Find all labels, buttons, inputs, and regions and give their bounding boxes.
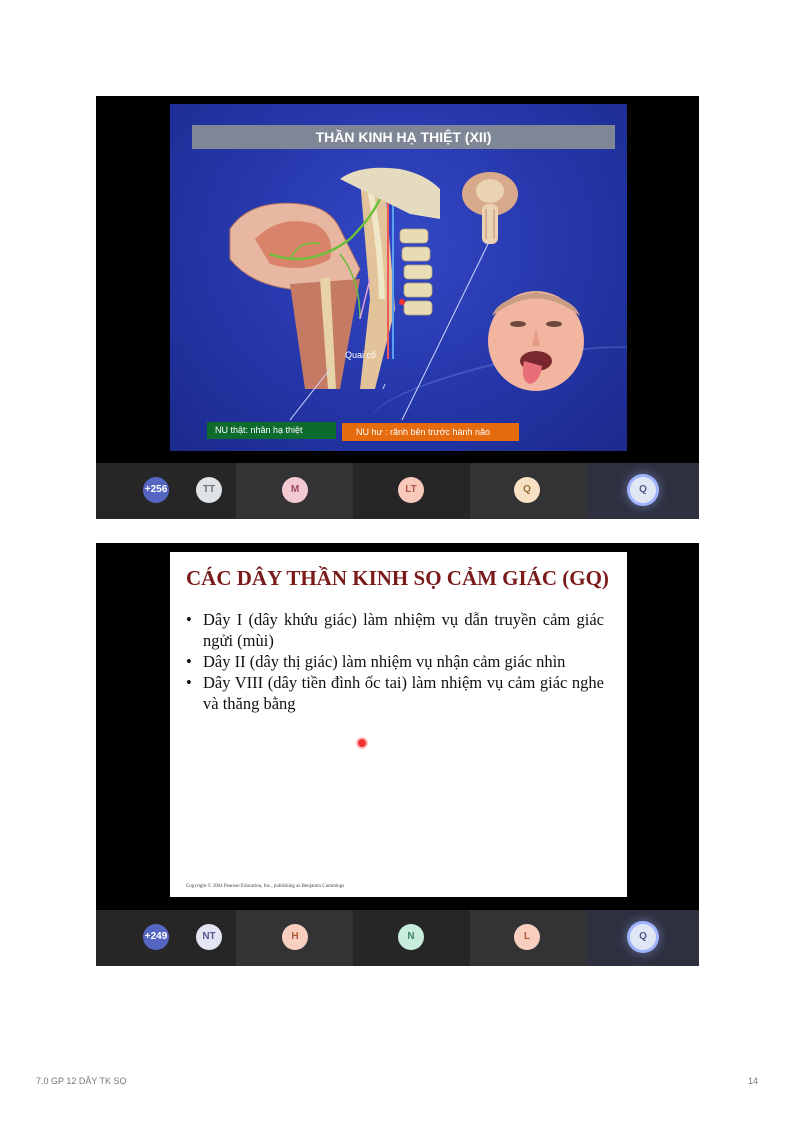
slide-title: CÁC DÂY THẦN KINH SỌ CẢM GIÁC (GQ): [186, 566, 609, 590]
laser-pointer-dot: [358, 739, 366, 747]
bullet-item: Dây II (dây thị giác) làm nhiệm vụ nhận …: [186, 651, 604, 672]
avatar[interactable]: Q: [514, 477, 540, 503]
screenshot-bottom: CÁC DÂY THẦN KINH SỌ CẢM GIÁC (GQ) Dây I…: [96, 543, 699, 966]
participant-count-badge[interactable]: +256: [143, 477, 169, 503]
avatar[interactable]: TT: [196, 477, 222, 503]
label-apparent-origin: NU hư : rãnh bên trước hành não: [342, 423, 519, 441]
avatar[interactable]: LT: [398, 477, 424, 503]
avatar-active-speaker[interactable]: Q: [630, 924, 656, 950]
slide-sensory-nerves: CÁC DÂY THẦN KINH SỌ CẢM GIÁC (GQ) Dây I…: [170, 552, 627, 897]
avatar[interactable]: H: [282, 924, 308, 950]
bullet-item: Dây VIII (dây tiền đình ốc tai) làm nhiệ…: [186, 672, 604, 714]
label-real-nucleus: NU thật: nhân hạ thiệt: [207, 422, 336, 439]
bullet-item: Dây I (dây khứu giác) làm nhiệm vụ dẫn t…: [186, 609, 604, 651]
bullet-list: Dây I (dây khứu giác) làm nhiệm vụ dẫn t…: [186, 609, 604, 714]
avatar[interactable]: NT: [196, 924, 222, 950]
avatar-active-speaker[interactable]: Q: [630, 477, 656, 503]
avatar[interactable]: N: [398, 924, 424, 950]
pointer-lines: [289, 243, 489, 421]
face-tongue-illustration: [488, 291, 584, 391]
avatar[interactable]: M: [282, 477, 308, 503]
page-number: 14: [747, 1076, 758, 1086]
participant-count-badge[interactable]: +249: [143, 924, 169, 950]
slide-hypoglossal: THẦN KINH HẠ THIỆT (XII) Quai cổ NU thật…: [170, 104, 627, 451]
copyright-note: Copyright © 2004 Pearson Education, Inc.…: [186, 884, 345, 889]
document-title: 7.0 GP 12 DÂY TK SỌ: [36, 1076, 127, 1086]
avatar[interactable]: L: [514, 924, 540, 950]
participant-bar: +249 NT H N L Q: [96, 910, 699, 966]
participant-bar: +256 TT M LT Q Q: [96, 463, 699, 519]
screenshot-top: THẦN KINH HẠ THIỆT (XII) Quai cổ NU thật…: [96, 96, 699, 519]
